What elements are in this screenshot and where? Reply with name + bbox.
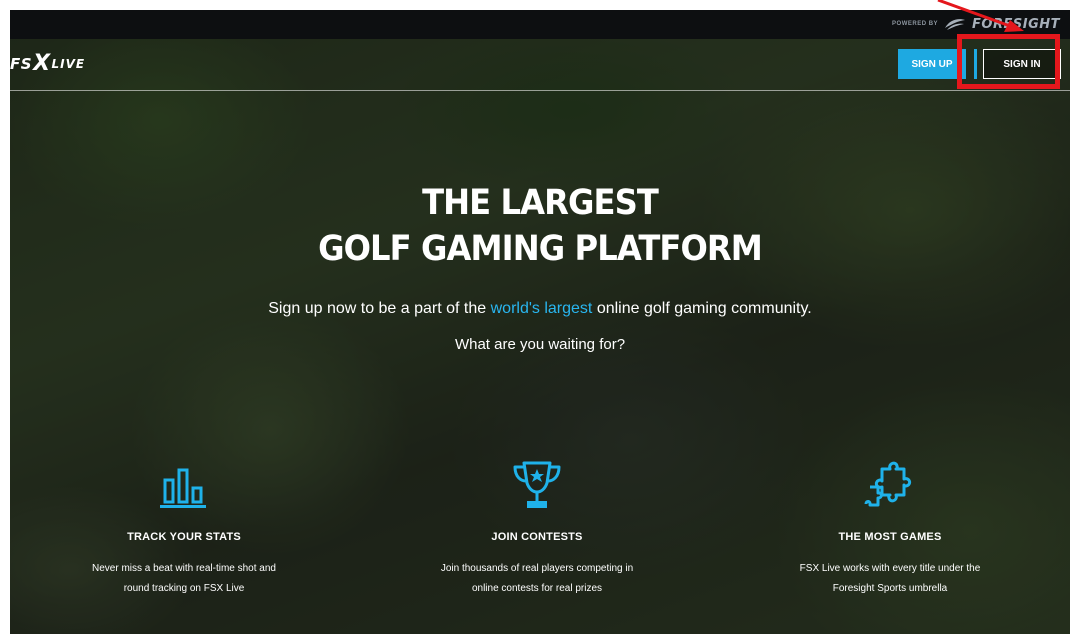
feature-description-line: Foresight Sports umbrella	[832, 583, 948, 594]
site-header: FS X LIVE SIGN UP SIGN IN	[10, 39, 1070, 91]
bar-chart-icon	[160, 468, 206, 508]
hero-subtitle-start: Sign up now to be a part of the	[268, 300, 491, 317]
feature-track-stats: TRACK YOUR STATS Never miss a beat with …	[54, 455, 314, 599]
feature-description: Join thousands of real players competing…	[407, 559, 667, 599]
feature-description: Never miss a beat with real-time shot an…	[54, 559, 314, 599]
logo-live: LIVE	[51, 57, 86, 71]
hero-title: THE LARGEST GOLF GAMING PLATFORM	[52, 180, 1027, 272]
hero-title-line-1: THE LARGEST	[422, 183, 659, 223]
feature-description-line: online contests for real prizes	[471, 583, 603, 594]
sign-up-button[interactable]: SIGN UP	[898, 49, 966, 79]
feature-description-line: Join thousands of real players competing…	[440, 563, 634, 574]
trophy-icon	[513, 461, 561, 508]
feature-description: FSX Live works with every title under th…	[760, 559, 1020, 599]
page-frame: POWERED BY FORESIGHT FS X LIVE SIGN UP S…	[10, 10, 1070, 634]
feature-title: THE MOST GAMES	[838, 531, 942, 543]
logo-x: X	[33, 51, 51, 76]
feature-most-games: THE MOST GAMES FSX Live works with every…	[760, 455, 1020, 599]
feature-description-line: round tracking on FSX Live	[123, 583, 245, 594]
hero-subtitle: Sign up now to be a part of the world's …	[10, 298, 1070, 320]
feature-join-contests: JOIN CONTESTS Join thousands of real pla…	[407, 455, 667, 599]
hero-question: What are you waiting for?	[454, 336, 626, 353]
hero-title-line-2: GOLF GAMING PLATFORM	[318, 229, 763, 269]
sign-in-annotation-box	[957, 34, 1060, 89]
hero-subtitle-end: online golf gaming community.	[592, 300, 812, 317]
feature-title: JOIN CONTESTS	[491, 531, 583, 543]
feature-title: TRACK YOUR STATS	[127, 531, 241, 543]
annotation-arrow-icon	[937, 0, 1024, 32]
hero-subtitle-highlight: world's largest	[490, 300, 593, 317]
header-divider	[10, 90, 1070, 91]
logo-fs: FS	[10, 55, 33, 73]
fsx-live-logo[interactable]: FS X LIVE	[10, 53, 85, 75]
puzzle-icon	[864, 461, 912, 507]
feature-description-line: Never miss a beat with real-time shot an…	[92, 563, 276, 574]
feature-description-line: FSX Live works with every title under th…	[799, 563, 981, 574]
